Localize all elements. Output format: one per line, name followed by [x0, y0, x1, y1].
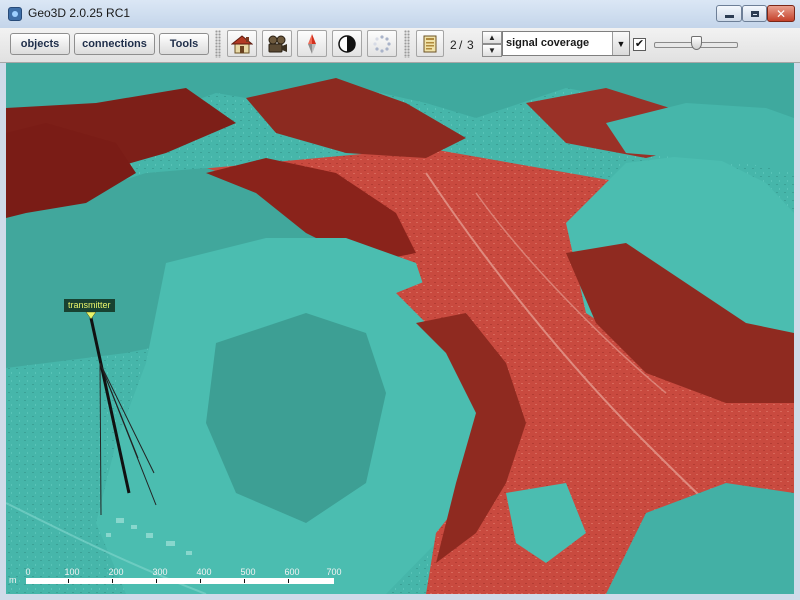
scale-tick-label: 700 — [326, 567, 342, 577]
dropdown-arrow-button[interactable]: ▼ — [612, 32, 629, 55]
toolbar-grip[interactable] — [404, 30, 410, 58]
compass-icon — [308, 33, 316, 54]
transmitter-label[interactable]: transmitter — [64, 299, 115, 312]
opacity-slider-thumb[interactable] — [691, 36, 702, 50]
scale-tick-label: 400 — [196, 567, 212, 577]
contrast-icon — [338, 34, 356, 53]
loading-icon — [373, 34, 391, 53]
layer-visible-checkbox[interactable]: ✔ — [633, 38, 646, 51]
compass-button[interactable] — [297, 30, 327, 57]
layer-down-button[interactable]: ▼ — [482, 44, 502, 57]
layer-spinner: ▲ ▼ — [482, 30, 502, 58]
layer-select[interactable]: signal coverage ▼ — [502, 31, 630, 56]
chevron-up-icon: ▲ — [488, 33, 496, 42]
scale-bar — [26, 578, 334, 584]
layer-up-button[interactable]: ▲ — [482, 31, 502, 44]
home-icon — [231, 34, 253, 53]
window-border — [794, 63, 800, 600]
layer-select-value: signal coverage — [506, 37, 590, 49]
objects-button[interactable]: objects — [10, 33, 70, 55]
scale-tick-label: 200 — [108, 567, 124, 577]
layer-separator: / — [459, 38, 463, 52]
title-bar: Geo3D 2.0.25 RC1 ✕ — [0, 0, 800, 29]
scale-tick-label: 100 — [64, 567, 80, 577]
app-icon — [8, 7, 22, 21]
camera-button[interactable] — [262, 30, 292, 57]
close-icon: ✕ — [775, 6, 787, 21]
close-button[interactable]: ✕ — [767, 5, 795, 22]
contrast-button[interactable] — [332, 30, 362, 57]
minimize-button[interactable] — [716, 5, 742, 22]
scale-unit: m — [9, 575, 17, 585]
connections-button[interactable]: connections — [74, 33, 155, 55]
window-title: Geo3D 2.0.25 RC1 — [28, 6, 131, 20]
camera-icon — [268, 35, 287, 52]
chevron-down-icon: ▼ — [488, 46, 496, 55]
main-toolbar: objects connections Tools 2 / 3 ▲ ▼ sign… — [0, 28, 800, 63]
tools-button[interactable]: Tools — [159, 33, 209, 55]
home-button[interactable] — [227, 30, 257, 57]
window-border — [0, 594, 800, 600]
layers-button[interactable] — [416, 30, 444, 57]
terrain-render — [6, 63, 794, 594]
maximize-button[interactable] — [742, 5, 767, 22]
scale-tick-label: 300 — [152, 567, 168, 577]
scale-tick-label: 600 — [284, 567, 300, 577]
layer-current: 2 — [450, 38, 457, 52]
layers-icon — [423, 35, 437, 52]
toolbar-grip[interactable] — [215, 30, 221, 58]
layer-total: 3 — [467, 38, 474, 52]
scale-tick-label: 500 — [240, 567, 256, 577]
chevron-down-icon: ▼ — [616, 38, 626, 49]
terrain-viewport[interactable]: transmitter m 0 100 200 300 400 500 600 … — [6, 63, 794, 594]
loading-button[interactable] — [367, 30, 397, 57]
scale-tick-label: 0 — [25, 567, 31, 577]
